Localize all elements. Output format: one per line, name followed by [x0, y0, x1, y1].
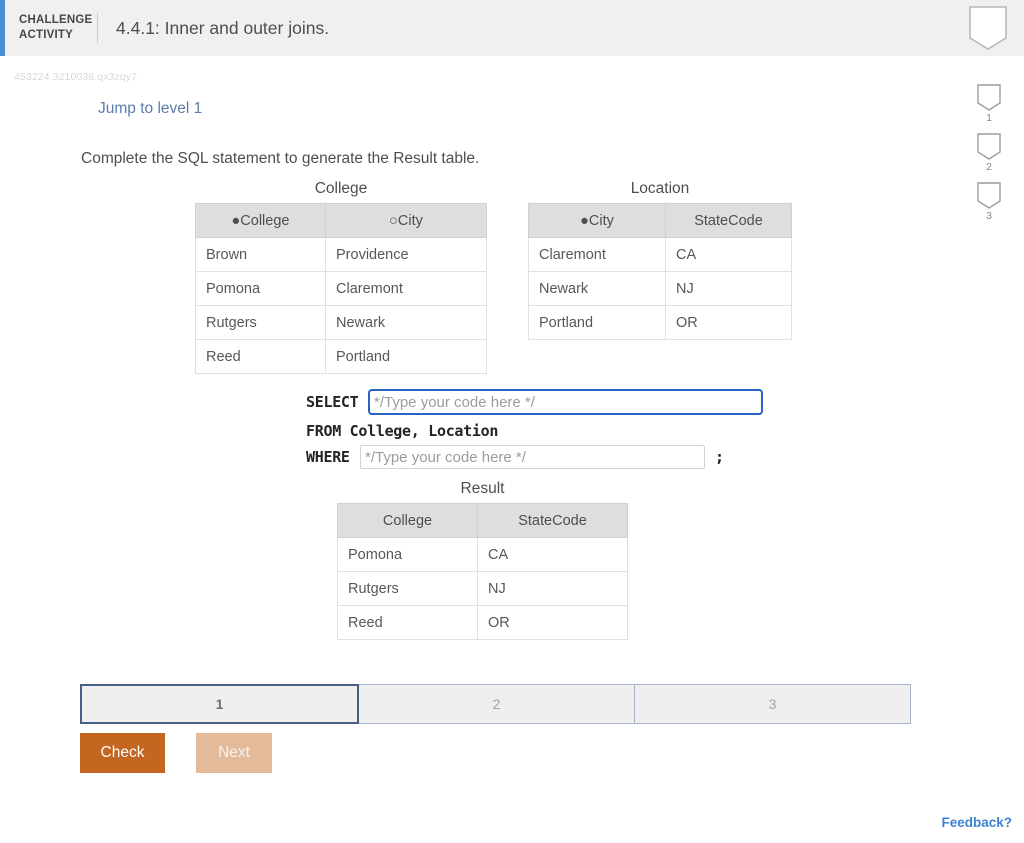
bookmark-item-2[interactable]: 2 — [976, 133, 1002, 173]
table-cell: NJ — [666, 272, 792, 306]
column-header: ●College — [196, 204, 326, 238]
table-cell: Rutgers — [338, 572, 478, 606]
progress-step-1[interactable]: 1 — [80, 684, 359, 724]
sql-where-line: WHERE ; — [306, 445, 763, 469]
location-table-block: Location ●City StateCode Claremont CA Ne… — [528, 180, 792, 340]
result-table-caption: Result — [337, 480, 628, 498]
progress-bar: 1 2 3 — [80, 684, 911, 724]
column-header: StateCode — [666, 204, 792, 238]
activity-title: 4.4.1: Inner and outer joins. — [116, 18, 329, 39]
header-divider — [97, 13, 98, 43]
table-cell: Claremont — [529, 238, 666, 272]
table-cell: CA — [478, 538, 628, 572]
table-cell: Newark — [326, 306, 487, 340]
sql-keyword-where: WHERE — [306, 448, 360, 466]
table-cell: CA — [666, 238, 792, 272]
sql-terminator: ; — [715, 448, 724, 466]
table-cell: Reed — [338, 606, 478, 640]
table-cell: Portland — [529, 306, 666, 340]
bookmark-icon — [977, 133, 1001, 160]
sql-statement-block: SELECT FROM College, Location WHERE ; — [306, 390, 763, 469]
challenge-activity-label-line2: ACTIVITY — [19, 28, 91, 43]
college-table-caption: College — [195, 180, 487, 198]
table-row: Pomona Claremont — [196, 272, 487, 306]
sql-keyword-select: SELECT — [306, 393, 368, 411]
result-table-block: Result College StateCode Pomona CA Rutge… — [337, 480, 628, 640]
activity-header: CHALLENGE ACTIVITY 4.4.1: Inner and oute… — [0, 0, 1024, 56]
header-accent-bar — [0, 0, 5, 56]
activity-id: 453224.3210038.qx3zqy7 — [14, 71, 137, 83]
table-cell: OR — [666, 306, 792, 340]
column-header: ●City — [529, 204, 666, 238]
column-header: College — [338, 504, 478, 538]
table-header-row: ●City StateCode — [529, 204, 792, 238]
prompt-text: Complete the SQL statement to generate t… — [81, 150, 479, 168]
sql-from-line: FROM College, Location — [306, 419, 763, 443]
table-cell: Portland — [326, 340, 487, 374]
bookmark-icon — [977, 182, 1001, 209]
table-row: Portland OR — [529, 306, 792, 340]
table-cell: NJ — [478, 572, 628, 606]
table-row: Claremont CA — [529, 238, 792, 272]
bookmark-icon — [977, 84, 1001, 111]
bookmark-icon-large[interactable] — [969, 6, 1007, 50]
bookmark-item-3[interactable]: 3 — [976, 182, 1002, 222]
result-table: College StateCode Pomona CA Rutgers NJ R… — [337, 503, 628, 640]
college-table: ●College ○City Brown Providence Pomona C… — [195, 203, 487, 374]
college-table-block: College ●College ○City Brown Providence … — [195, 180, 487, 374]
bookmark-item-label: 3 — [976, 211, 1002, 222]
column-header: ○City — [326, 204, 487, 238]
sql-select-line: SELECT — [306, 390, 763, 414]
location-table: ●City StateCode Claremont CA Newark NJ P… — [528, 203, 792, 340]
progress-step-2[interactable]: 2 — [358, 684, 635, 724]
challenge-activity-label: CHALLENGE ACTIVITY — [19, 13, 91, 43]
table-row: Rutgers Newark — [196, 306, 487, 340]
challenge-activity-label-line1: CHALLENGE — [19, 13, 91, 28]
check-button[interactable]: Check — [80, 733, 165, 773]
table-header-row: College StateCode — [338, 504, 628, 538]
sql-from-clause: FROM College, Location — [306, 422, 498, 440]
location-table-caption: Location — [528, 180, 792, 198]
jump-to-level-link[interactable]: Jump to level 1 — [98, 100, 202, 118]
table-row: Reed OR — [338, 606, 628, 640]
where-code-input[interactable] — [360, 445, 705, 469]
bookmark-item-label: 1 — [976, 113, 1002, 124]
table-cell: Providence — [326, 238, 487, 272]
progress-step-3[interactable]: 3 — [634, 684, 911, 724]
table-cell: Pomona — [338, 538, 478, 572]
table-cell: Rutgers — [196, 306, 326, 340]
table-cell: Newark — [529, 272, 666, 306]
bookmark-item-label: 2 — [976, 162, 1002, 173]
bookmark-item-1[interactable]: 1 — [976, 84, 1002, 124]
table-row: Brown Providence — [196, 238, 487, 272]
table-row: Newark NJ — [529, 272, 792, 306]
table-cell: Brown — [196, 238, 326, 272]
table-cell: Pomona — [196, 272, 326, 306]
table-row: Pomona CA — [338, 538, 628, 572]
challenge-activity-page: CHALLENGE ACTIVITY 4.4.1: Inner and oute… — [0, 0, 1024, 843]
table-cell: Claremont — [326, 272, 487, 306]
bookmark-rail: 1 2 3 — [960, 0, 1024, 843]
select-code-input[interactable] — [368, 389, 763, 415]
table-header-row: ●College ○City — [196, 204, 487, 238]
table-row: Reed Portland — [196, 340, 487, 374]
table-cell: OR — [478, 606, 628, 640]
next-button[interactable]: Next — [196, 733, 272, 773]
table-cell: Reed — [196, 340, 326, 374]
table-row: Rutgers NJ — [338, 572, 628, 606]
column-header: StateCode — [478, 504, 628, 538]
feedback-link[interactable]: Feedback? — [941, 815, 1012, 830]
